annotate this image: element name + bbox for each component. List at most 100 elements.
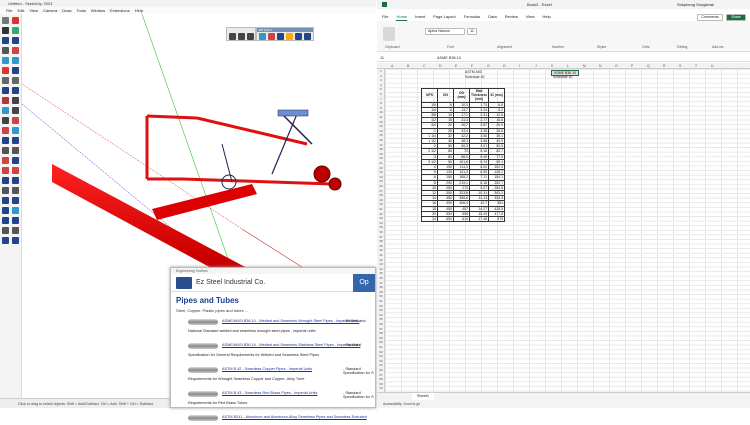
table-cell[interactable]: 600 (437, 216, 454, 223)
row-header[interactable]: 34 (377, 221, 385, 225)
menu-tools[interactable]: Tools (77, 7, 86, 14)
push-pull-tool-icon[interactable] (12, 47, 19, 54)
row-header[interactable]: 19 (377, 152, 385, 156)
row-header[interactable]: 47 (377, 281, 385, 285)
row-header[interactable]: 43 (377, 262, 385, 266)
upper-pipe-loop[interactable] (145, 114, 198, 181)
branch-pipe[interactable] (152, 184, 257, 220)
row-header[interactable]: 42 (377, 258, 385, 262)
table-cell[interactable]: 17.48 (468, 216, 490, 223)
font-name-select[interactable]: Aptos Narrow (425, 28, 465, 35)
menu-draw[interactable]: Draw (62, 7, 71, 14)
text-tool-icon[interactable] (12, 87, 19, 94)
layers-icon[interactable] (2, 217, 9, 224)
row-header[interactable]: 8 (377, 101, 385, 105)
menu-camera[interactable]: Camera (43, 7, 57, 14)
extension-manager-icon[interactable] (12, 227, 19, 234)
materials-icon[interactable] (12, 207, 19, 214)
scale-tool-icon[interactable] (2, 67, 9, 74)
row-header[interactable]: 33 (377, 216, 385, 220)
line-tool-icon[interactable] (2, 27, 9, 34)
row-header[interactable]: 52 (377, 304, 385, 308)
row-header[interactable]: 18 (377, 147, 385, 151)
row-header[interactable]: 10 (377, 110, 385, 114)
row-header[interactable]: 58 (377, 331, 385, 335)
protractor-tool-icon[interactable] (2, 87, 9, 94)
row-header[interactable]: 48 (377, 285, 385, 289)
row-header[interactable]: 60 (377, 340, 385, 344)
warehouse-icon[interactable] (2, 237, 9, 244)
arc-tool-icon[interactable] (12, 27, 19, 34)
outer-shell-icon[interactable] (2, 187, 9, 194)
pipe-tool-icon[interactable] (12, 237, 19, 244)
rotate-tool-icon[interactable] (12, 57, 19, 64)
row-header[interactable]: 45 (377, 271, 385, 275)
menu-extensions[interactable]: Extensions (110, 7, 130, 14)
circle-tool-icon[interactable] (12, 37, 19, 44)
table-cell[interactable]: 24 (421, 216, 438, 223)
menu-window[interactable]: Window (91, 7, 105, 14)
row-header[interactable]: 53 (377, 308, 385, 312)
menu-view[interactable]: View (29, 7, 38, 14)
row-header[interactable]: 26 (377, 184, 385, 188)
worksheet-grid[interactable]: ASTM A53 Schedule 40 ASME B36.10 Schedul… (385, 69, 750, 392)
look-around-icon[interactable] (2, 157, 9, 164)
row-header[interactable]: 16 (377, 138, 385, 142)
ribbon-tab[interactable]: Formulas (464, 13, 481, 21)
standard-link[interactable]: ASTM B241 - Aluminum and Aluminum-Alloy … (222, 415, 367, 419)
dimension-tool-icon[interactable] (12, 77, 19, 84)
zoom-tool-icon[interactable] (2, 117, 9, 124)
toolbar-icon-2[interactable] (238, 33, 245, 40)
row-header[interactable]: 35 (377, 225, 385, 229)
row-header[interactable]: 9 (377, 106, 385, 110)
scenes-icon[interactable] (12, 217, 19, 224)
row-header[interactable]: 36 (377, 230, 385, 234)
row-header[interactable]: 6 (377, 92, 385, 96)
paste-icon[interactable] (383, 27, 395, 41)
row-header[interactable]: 54 (377, 313, 385, 317)
pan-tool-icon[interactable] (12, 107, 19, 114)
row-header[interactable]: 41 (377, 253, 385, 257)
standard-link[interactable]: ASTM B 43 - Seamless Red Brass Pipes - I… (222, 391, 317, 395)
row-header[interactable]: 37 (377, 235, 385, 239)
styles-icon[interactable] (12, 187, 19, 194)
row-header[interactable]: 4 (377, 83, 385, 87)
row-header[interactable]: 51 (377, 299, 385, 303)
row-header[interactable]: 55 (377, 317, 385, 321)
row-header[interactable]: 23 (377, 170, 385, 174)
row-header[interactable]: 14 (377, 129, 385, 133)
pipe-fitting-2[interactable] (328, 177, 342, 191)
ribbon-tab[interactable]: File (382, 13, 388, 21)
share-button[interactable]: Share (726, 14, 746, 21)
row-header[interactable]: 13 (377, 124, 385, 128)
row-header[interactable]: 57 (377, 327, 385, 331)
ribbon-tab[interactable]: Review (505, 13, 518, 21)
menu-help[interactable]: Help (135, 7, 143, 14)
row-header[interactable]: 17 (377, 143, 385, 147)
row-header[interactable]: 32 (377, 212, 385, 216)
row-header[interactable]: 64 (377, 359, 385, 363)
ribbon-tab[interactable]: Help (542, 13, 550, 21)
row-header[interactable]: 56 (377, 322, 385, 326)
select-tool-icon[interactable] (2, 17, 9, 24)
ribbon-tab[interactable]: Page Layout (433, 13, 455, 21)
row-header[interactable]: 46 (377, 276, 385, 280)
row-header[interactable]: 44 (377, 267, 385, 271)
zoom-extents-icon[interactable] (12, 117, 19, 124)
solid-union-icon[interactable] (2, 167, 9, 174)
standard-link[interactable]: ASTM B 42 - Seamless Copper Pipes - Impe… (222, 367, 312, 371)
eraser-tool-icon[interactable] (12, 17, 19, 24)
row-header[interactable]: 22 (377, 166, 385, 170)
solid-split-icon[interactable] (12, 177, 19, 184)
ep-icon-3[interactable] (277, 33, 284, 40)
name-box[interactable]: J1 (380, 54, 384, 62)
row-header[interactable]: 50 (377, 294, 385, 298)
ep-icon-2[interactable] (268, 33, 275, 40)
font-size-select[interactable]: 11 (467, 28, 477, 35)
menu-file[interactable]: File (6, 7, 12, 14)
row-header[interactable]: 28 (377, 193, 385, 197)
position-camera-icon[interactable] (12, 147, 19, 154)
paint-tool-icon[interactable] (2, 137, 9, 144)
row-header[interactable]: 5 (377, 87, 385, 91)
row-header[interactable]: 31 (377, 207, 385, 211)
